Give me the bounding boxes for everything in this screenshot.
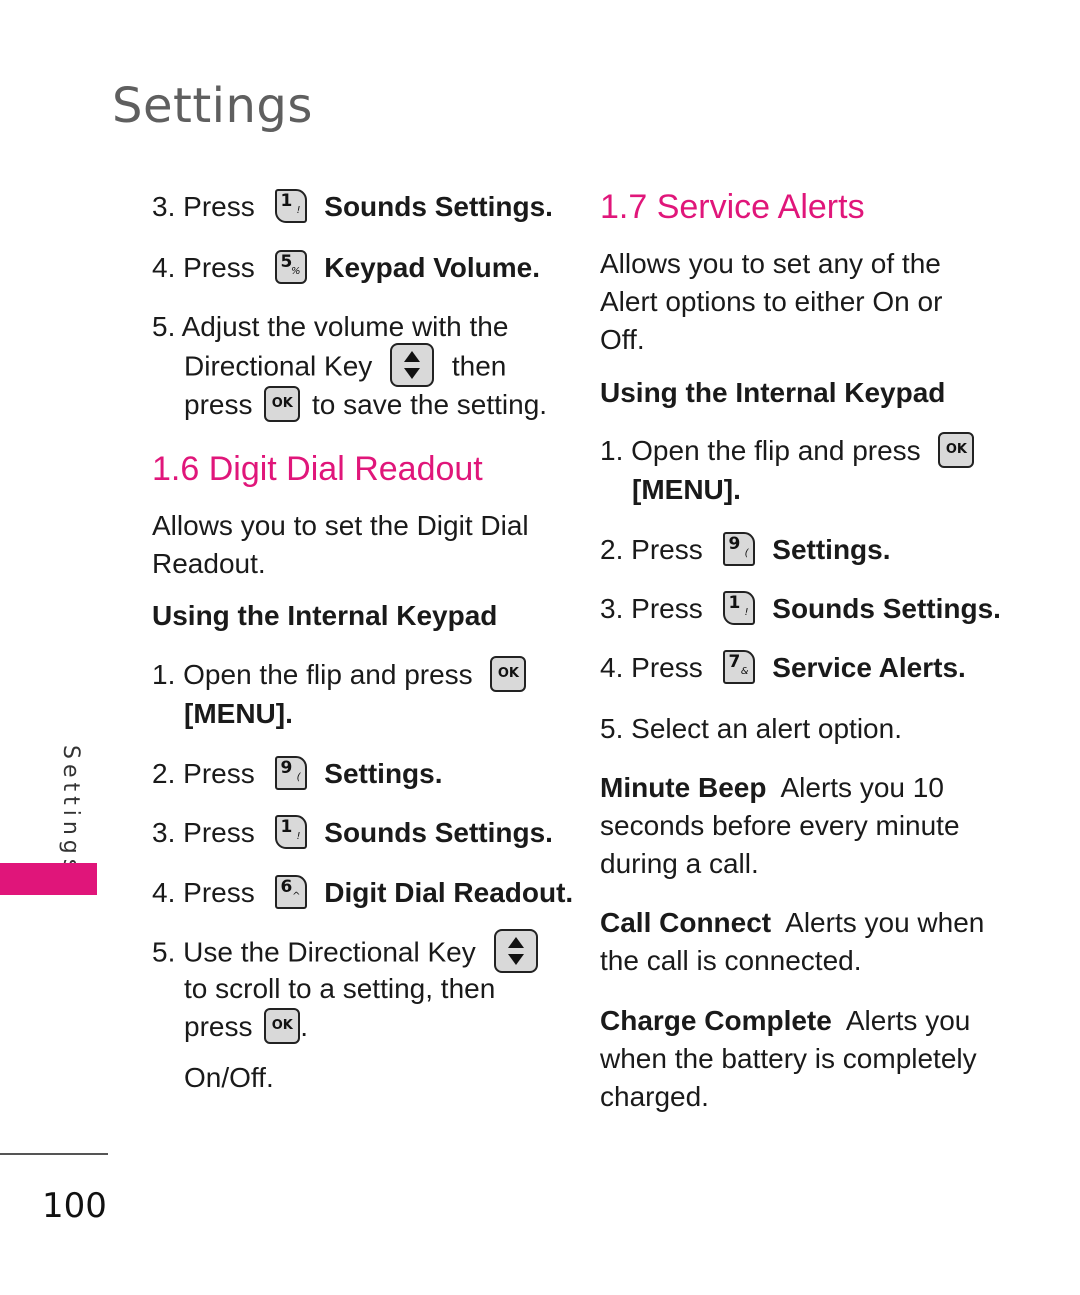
section-description: Allows you to set the Digit Dial Readout… [152,510,529,579]
footer-divider [0,1153,108,1155]
section-description: Allows you to set any of the Alert optio… [600,248,943,355]
step-prefix: Press [183,191,255,222]
step-number: 3. [152,191,176,222]
key-5-icon: 5% [274,249,307,284]
subheading-internal-keypad: Using the Internal Keypad [600,377,946,408]
option-term: Call Connect [600,907,772,938]
right-step-1: 1. Open the flip and press OK [MENU]. [600,431,978,509]
right-step-2: 2. Press 9( Settings. [600,531,891,566]
option-charge-complete: Charge Complete Alerts you when the batt… [600,1005,977,1112]
section-heading-service-alerts: 1.7 Service Alerts [600,188,865,226]
option-term: Charge Complete [600,1005,832,1036]
left-intro-step-3: 3. Press 1! Sounds Settings. [152,188,553,226]
right-step-4: 4. Press 7 & Service Alerts. [600,649,966,684]
option-call-connect: Call Connect Alerts you when the call is… [600,907,985,976]
left-intro-step-5: 5. Adjust the volume with the Directiona… [152,311,548,422]
page-title: Settings [112,78,313,134]
left-step-1: 1. Open the flip and press OK [MENU]. [152,655,530,733]
side-tab-label: Settings [58,745,83,876]
section-heading-digit-dial-readout: 1.6 Digit Dial Readout [152,450,483,488]
ok-key-icon: OK [490,655,527,692]
right-step-5: 5. Select an alert option. [600,713,902,744]
option-on-off: On/Off. [184,1061,274,1093]
key-1-icon: 1! [274,188,307,223]
ok-key-icon: OK [938,431,975,468]
left-step-3: 3. Press 1! Sounds Settings. [152,814,553,849]
step-number: 4. [152,252,176,283]
ok-key-icon: OK [264,1007,301,1044]
directional-key-icon [390,343,435,387]
side-tab-marker [0,863,97,895]
key-6-icon: 6 ^ [274,874,307,909]
ok-key-icon: OK [264,385,301,422]
menu-label: [MENU]. [632,473,741,505]
key-1-icon: 1! [722,590,755,625]
left-step-2: 2. Press 9( Settings. [152,755,443,790]
step-label: Keypad Volume. [324,252,541,283]
left-step-5: 5. Use the Directional Key to scroll to … [152,929,548,1097]
key-9-icon: 9( [274,755,307,790]
step-prefix: Press [183,252,255,283]
right-step-3: 3. Press 1! Sounds Settings. [600,590,1001,625]
step-label: Sounds Settings. [324,191,553,222]
subheading-internal-keypad: Using the Internal Keypad [152,600,498,631]
menu-label: [MENU]. [184,697,293,729]
option-minute-beep: Minute Beep Alerts you 10 seconds before… [600,772,960,879]
directional-key-icon [493,929,538,973]
option-term: Minute Beep [600,772,767,803]
page-number: 100 [42,1186,107,1226]
key-9-icon: 9( [722,531,755,566]
left-intro-step-4: 4. Press 5% Keypad Volume. [152,249,540,287]
left-step-4: 4. Press 6 ^ Digit Dial Readout. [152,874,574,909]
key-1-icon: 1! [274,814,307,849]
key-7-icon: 7 & [722,649,755,684]
